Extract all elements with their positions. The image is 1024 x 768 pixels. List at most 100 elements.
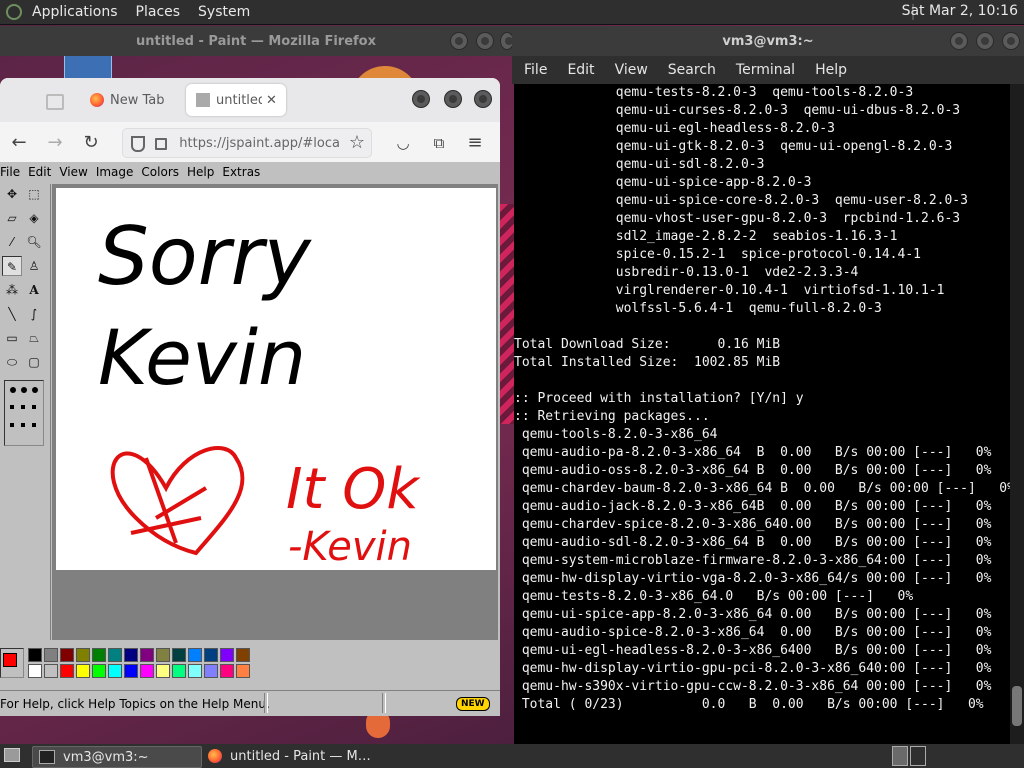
tool-option[interactable] [32,423,36,427]
workspace-2[interactable] [910,746,926,766]
terminal-menu-file[interactable]: File [524,62,547,78]
minimize-button[interactable] [950,32,968,50]
pencil-icon[interactable]: ✎ [2,256,22,276]
terminal-window-titlebar[interactable]: vm3@vm3:~ [512,26,1024,56]
maximize-button[interactable] [976,32,994,50]
tab-overview-icon[interactable] [46,94,64,110]
paint-menu-colors[interactable]: Colors [141,165,179,179]
back-arrow-icon[interactable]: ← [8,132,30,154]
lock-icon[interactable] [155,137,168,150]
minimize-button[interactable] [450,32,468,50]
distro-logo-icon[interactable] [6,4,22,20]
palette-swatch[interactable] [60,648,74,662]
palette-swatch[interactable] [236,648,250,662]
palette-swatch[interactable] [44,648,58,662]
paint-menu-help[interactable]: Help [187,165,214,179]
palette-swatch[interactable] [188,664,202,678]
tool-option[interactable] [32,405,36,409]
free-form-select-icon[interactable]: ✥ [2,184,22,204]
taskbar-item-firefox[interactable]: untitled - Paint — M… [204,746,380,766]
paint-menu-image[interactable]: Image [96,165,134,179]
palette-swatch[interactable] [220,664,234,678]
terminal-menu-help[interactable]: Help [815,62,847,78]
palette-swatch[interactable] [156,648,170,662]
tool-options-box[interactable] [4,380,44,446]
terminal-menu-view[interactable]: View [615,62,648,78]
brush-icon[interactable]: ♙ [24,256,44,276]
terminal-menu-edit[interactable]: Edit [567,62,594,78]
palette-swatch[interactable] [124,664,138,678]
paint-menu-edit[interactable]: Edit [28,165,51,179]
palette-swatch[interactable] [140,648,154,662]
palette-swatch[interactable] [76,648,90,662]
clock[interactable]: Sat Mar 2, 10:16 [902,3,1018,19]
shield-icon[interactable] [131,135,145,152]
rect-select-icon[interactable]: ⬚ [24,184,44,204]
eraser-icon[interactable]: ▱ [2,208,22,228]
color-picker-icon[interactable]: ⁄ [2,232,22,252]
maximize-button[interactable] [444,90,462,108]
reload-icon[interactable]: ↻ [80,132,102,154]
palette-swatch[interactable] [156,664,170,678]
magnifier-icon[interactable]: 🔍︎ [24,232,44,252]
extensions-icon[interactable]: ⧉ [428,132,450,154]
tool-option[interactable] [10,423,14,427]
palette-swatch[interactable] [204,648,218,662]
bookmark-star-icon[interactable]: ☆ [346,132,368,154]
palette-swatch[interactable] [172,648,186,662]
palette-swatch[interactable] [92,648,106,662]
palette-swatch[interactable] [44,664,58,678]
palette-swatch[interactable] [236,664,250,678]
menu-places[interactable]: Places [136,4,181,20]
close-button[interactable] [1002,32,1020,50]
desktop-icon[interactable] [64,52,112,80]
workspace-1[interactable] [892,746,908,766]
fill-bucket-icon[interactable]: ◈ [24,208,44,228]
rectangle-icon[interactable]: ▭ [2,328,22,348]
polygon-icon[interactable]: ⏢ [24,328,44,348]
tool-option[interactable] [21,423,25,427]
paint-menu-file[interactable]: File [0,165,20,179]
palette-swatch[interactable] [188,648,202,662]
hamburger-menu-icon[interactable]: ≡ [464,132,486,154]
palette-swatch[interactable] [140,664,154,678]
new-badge[interactable]: NEW [456,697,490,711]
tool-option[interactable] [21,387,27,393]
palette-swatch[interactable] [108,648,122,662]
url-bar[interactable]: https://jspaint.app/#loca [122,128,372,158]
palette-swatch[interactable] [60,664,74,678]
tool-option[interactable] [21,405,25,409]
palette-swatch[interactable] [28,664,42,678]
tab-new-tab[interactable]: New Tab [80,84,180,116]
terminal-scrollbar-thumb[interactable] [1012,686,1022,726]
palette-swatch[interactable] [76,664,90,678]
line-icon[interactable]: ╲ [2,304,22,324]
palette-swatch[interactable] [172,664,186,678]
close-button[interactable] [474,90,492,108]
palette-swatch[interactable] [92,664,106,678]
palette-swatch[interactable] [108,664,122,678]
show-desktop-icon[interactable] [4,748,20,762]
minimize-button[interactable] [412,90,430,108]
forward-arrow-icon[interactable]: → [44,132,66,154]
workspace-switcher[interactable] [892,746,926,766]
pocket-icon[interactable]: ◡ [392,132,414,154]
palette-swatch[interactable] [124,648,138,662]
terminal-scrollbar[interactable] [1010,84,1024,744]
tool-option[interactable] [10,405,14,409]
tab-close-icon[interactable]: ✕ [266,93,277,108]
drawing-canvas[interactable]: Sorry Kevin It Ok -Kevin [56,188,496,570]
palette-swatch[interactable] [204,664,218,678]
ellipse-icon[interactable]: ⬭ [2,352,22,372]
tab-untitled[interactable]: untitled ✕ [186,84,286,116]
airbrush-icon[interactable]: ⁂ [2,280,22,300]
taskbar-item-terminal[interactable]: vm3@vm3:~ [32,746,202,768]
terminal-output[interactable]: qemu-tests-8.2.0-3 qemu-tools-8.2.0-3 qe… [514,84,1015,744]
curve-icon[interactable]: ∫ [24,304,44,324]
text-tool-icon[interactable]: A [24,280,44,300]
palette-swatch[interactable] [220,648,234,662]
paint-menu-extras[interactable]: Extras [222,165,260,179]
menu-system[interactable]: System [198,4,250,20]
tool-option[interactable] [32,387,38,393]
palette-swatch[interactable] [28,648,42,662]
